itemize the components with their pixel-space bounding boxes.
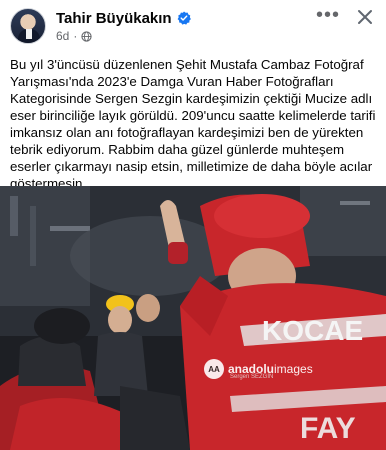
avatar[interactable]	[10, 8, 46, 44]
post-photo[interactable]: KOCAE FAY	[0, 186, 386, 450]
close-icon[interactable]	[354, 6, 376, 28]
post-body-text: Bu yıl 3'üncüsü düzenlenen Şehit Mustafa…	[10, 57, 376, 191]
avatar-shirt	[26, 29, 32, 39]
post-header: Tahir Büyükakın 6d · •••	[0, 0, 386, 50]
jacket-text-1: KOCAE	[262, 315, 363, 346]
author-row: Tahir Büyükakın	[56, 8, 191, 28]
globe-icon	[81, 30, 92, 42]
verified-badge-icon	[177, 11, 191, 25]
post-meta: 6d ·	[56, 28, 92, 44]
anadolu-logo-icon: AA	[204, 359, 224, 379]
watermark-brand-light: images	[274, 362, 313, 376]
photo-scene: KOCAE FAY	[0, 186, 386, 450]
watermark-credit: Sergen SEZGİN	[230, 374, 274, 380]
jacket-text-2: FAY	[300, 412, 356, 445]
post-timestamp[interactable]: 6d	[56, 29, 69, 43]
meta-separator: ·	[73, 29, 78, 43]
author-name[interactable]: Tahir Büyükakın	[56, 10, 172, 27]
more-options-button[interactable]: •••	[316, 5, 340, 28]
